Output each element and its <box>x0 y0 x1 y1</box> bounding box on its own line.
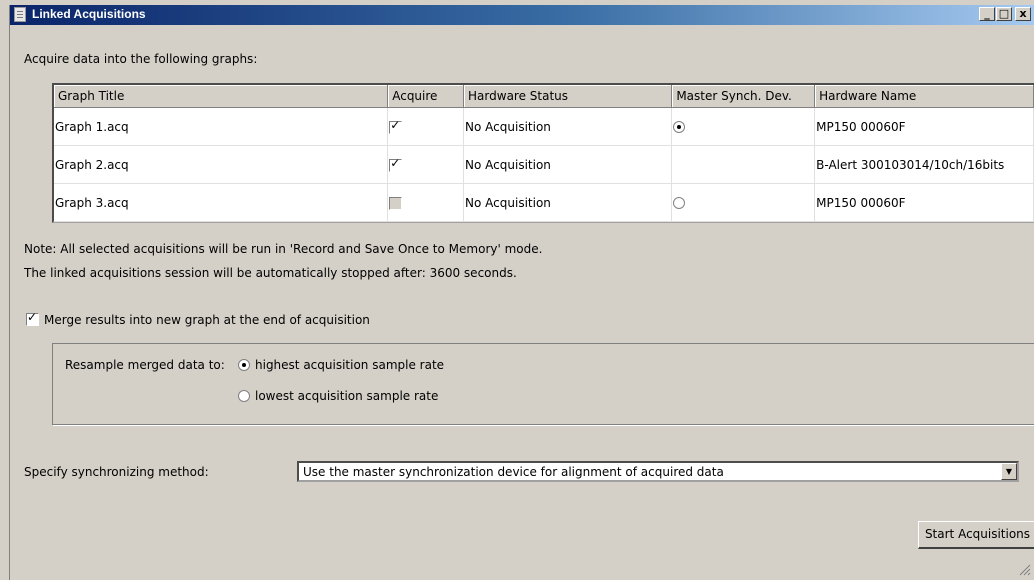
sync-method-label: Specify synchronizing method: <box>24 465 209 479</box>
check-icon: ✓ <box>390 155 401 170</box>
note-auto-stop: The linked acquisitions session will be … <box>24 266 517 280</box>
lowest-rate-label[interactable]: lowest acquisition sample rate <box>255 389 438 403</box>
master-synch-radio[interactable] <box>673 121 686 133</box>
resize-grip-icon[interactable] <box>1019 564 1031 576</box>
lowest-rate-radio[interactable] <box>238 390 250 402</box>
note-record-mode: Note: All selected acquisitions will be … <box>24 242 543 256</box>
table-header-row: Graph Title Acquire Hardware Status Mast… <box>54 85 1034 108</box>
acquire-checkbox[interactable] <box>389 196 403 210</box>
document-icon <box>14 7 26 22</box>
graph-title-cell: Graph 1.acq <box>54 107 389 146</box>
hardware-name-cell: MP150 00060F <box>814 107 1034 146</box>
acquire-graphs-label: Acquire data into the following graphs: <box>24 52 258 66</box>
graph-title-cell: Graph 3.acq <box>54 183 389 222</box>
resample-label: Resample merged data to: <box>65 358 225 372</box>
sync-method-select[interactable]: Use the master synchronization device fo… <box>297 461 1019 482</box>
master-synch-cell-empty <box>671 145 816 184</box>
master-synch-radio[interactable] <box>673 197 686 209</box>
start-acquisitions-button[interactable]: Start Acquisitions <box>918 521 1034 549</box>
sync-method-value: Use the master synchronization device fo… <box>303 465 724 479</box>
merge-results-label[interactable]: Merge results into new graph at the end … <box>44 313 370 327</box>
check-icon: ✓ <box>390 117 401 132</box>
highest-rate-label[interactable]: highest acquisition sample rate <box>255 358 444 372</box>
merge-results-checkbox[interactable]: ✓ <box>26 310 39 326</box>
table-row: Graph 2.acq ✓ No Acquisition B-Alert 300… <box>54 145 1034 184</box>
hardware-status-cell: No Acquisition <box>463 183 673 222</box>
column-header-hardware-status[interactable]: Hardware Status <box>463 85 673 108</box>
window-title: Linked Acquisitions <box>32 7 146 21</box>
resample-group <box>52 343 1034 425</box>
column-header-hardware-name[interactable]: Hardware Name <box>814 85 1034 108</box>
close-button[interactable]: x <box>1015 7 1031 21</box>
maximize-button[interactable]: □ <box>996 7 1012 21</box>
hardware-name-cell: B-Alert 300103014/10ch/16bits <box>814 145 1034 184</box>
column-header-graph-title[interactable]: Graph Title <box>54 85 389 108</box>
hardware-status-cell: No Acquisition <box>463 107 673 146</box>
linked-acquisitions-window: Linked Acquisitions _ □ x Acquire data i… <box>9 5 1034 580</box>
hardware-status-cell: No Acquisition <box>463 145 673 184</box>
acquire-checkbox[interactable]: ✓ <box>389 155 403 172</box>
title-bar[interactable]: Linked Acquisitions _ □ x <box>10 5 1034 25</box>
column-header-acquire[interactable]: Acquire <box>387 85 465 108</box>
table-row: Graph 1.acq ✓ No Acquisition MP150 00060… <box>54 107 1034 146</box>
highest-rate-radio[interactable] <box>238 359 250 371</box>
acquire-checkbox[interactable]: ✓ <box>389 117 403 134</box>
linked-graphs-table: Graph Title Acquire Hardware Status Mast… <box>52 83 1034 223</box>
hardware-name-cell: MP150 00060F <box>814 183 1034 222</box>
graph-title-cell: Graph 2.acq <box>54 145 389 184</box>
table-row: Graph 3.acq No Acquisition MP150 00060F <box>54 183 1034 222</box>
check-icon: ✓ <box>27 310 38 324</box>
column-header-master-synch[interactable]: Master Synch. Dev. <box>671 85 816 108</box>
chevron-down-icon[interactable]: ▼ <box>1001 463 1017 480</box>
minimize-button[interactable]: _ <box>979 7 995 21</box>
